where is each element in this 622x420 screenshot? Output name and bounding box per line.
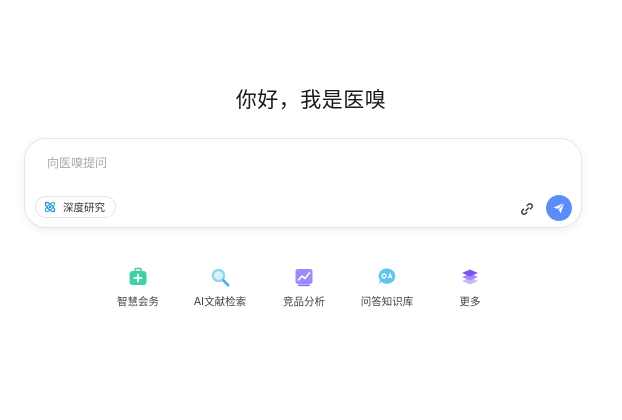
deep-research-label: 深度研究 (63, 201, 105, 214)
feature-shortcuts: 智慧会务 AI文献检索 竞品分析 问答知识库 更多 (0, 266, 622, 316)
medical-kit-icon (129, 267, 147, 285)
feature-smart-conference[interactable]: 智慧会务 (98, 266, 178, 309)
send-icon (553, 202, 565, 214)
link-icon (521, 203, 533, 215)
feature-competitor-analysis[interactable]: 竞品分析 (264, 266, 344, 309)
feature-qa-knowledge-base[interactable]: 问答知识库 (347, 266, 427, 309)
feature-label: AI文献检索 (193, 296, 247, 308)
feature-label: 智慧会务 (117, 296, 159, 308)
feature-ai-literature-search[interactable]: AI文献检索 (180, 266, 260, 309)
question-input[interactable] (45, 151, 519, 175)
chat-input-box: 深度研究 (24, 138, 582, 228)
trend-chart-icon (295, 269, 313, 287)
qa-bubble-icon (378, 268, 396, 285)
deep-research-button[interactable]: 深度研究 (35, 196, 116, 218)
layers-icon (462, 269, 478, 285)
atom-icon (44, 201, 56, 213)
search-doc-icon (211, 268, 230, 287)
feature-label: 竞品分析 (283, 296, 325, 308)
feature-label: 问答知识库 (360, 296, 414, 308)
send-button[interactable] (546, 195, 572, 221)
greeting-title: 你好，我是医嗅 (235, 88, 387, 112)
feature-label: 更多 (459, 296, 481, 308)
feature-more[interactable]: 更多 (430, 266, 510, 309)
attach-link-button[interactable] (519, 201, 535, 217)
